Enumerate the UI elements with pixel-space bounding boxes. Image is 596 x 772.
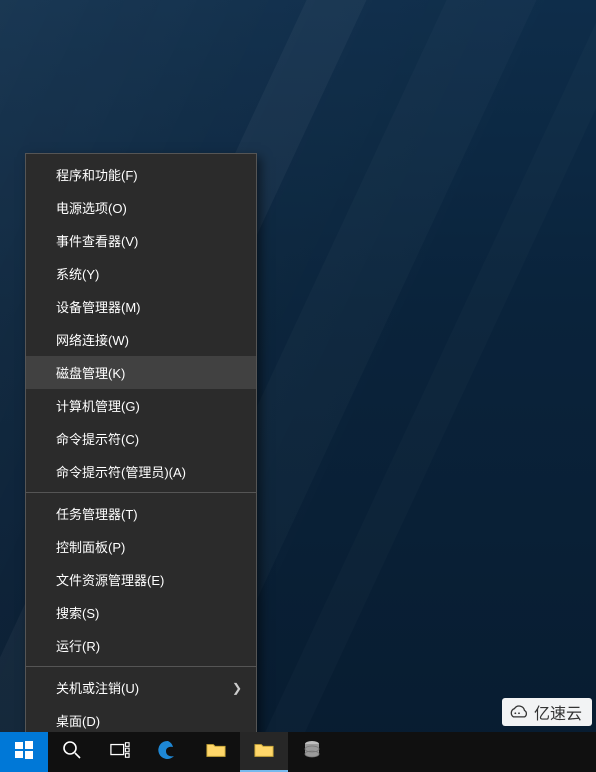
taskview-button[interactable] <box>96 732 144 772</box>
winx-context-menu: 程序和功能(F) 电源选项(O) 事件查看器(V) 系统(Y) 设备管理器(M)… <box>25 153 257 742</box>
file-explorer-running-button[interactable] <box>240 732 288 772</box>
edge-icon <box>158 740 178 765</box>
menu-item-power-options[interactable]: 电源选项(O) <box>26 191 256 224</box>
folder-icon <box>254 740 274 765</box>
menu-item-run[interactable]: 运行(R) <box>26 629 256 662</box>
menu-item-label: 系统(Y) <box>56 264 99 283</box>
menu-item-label: 关机或注销(U) <box>56 678 139 697</box>
menu-item-network-connections[interactable]: 网络连接(W) <box>26 323 256 356</box>
database-icon <box>302 740 322 765</box>
menu-item-label: 命令提示符(C) <box>56 429 139 448</box>
menu-item-device-manager[interactable]: 设备管理器(M) <box>26 290 256 323</box>
menu-item-label: 磁盘管理(K) <box>56 363 125 382</box>
taskview-icon <box>110 740 130 765</box>
taskbar <box>0 732 596 772</box>
menu-separator <box>26 492 256 493</box>
menu-item-label: 程序和功能(F) <box>56 165 138 184</box>
menu-item-label: 任务管理器(T) <box>56 504 138 523</box>
taskbar-search-button[interactable] <box>48 732 96 772</box>
menu-item-system[interactable]: 系统(Y) <box>26 257 256 290</box>
file-explorer-button[interactable] <box>192 732 240 772</box>
menu-item-disk-management[interactable]: 磁盘管理(K) <box>26 356 256 389</box>
watermark-badge: 亿速云 <box>502 698 592 726</box>
menu-item-label: 命令提示符(管理员)(A) <box>56 462 186 481</box>
cloud-icon <box>508 703 530 721</box>
menu-item-computer-management[interactable]: 计算机管理(G) <box>26 389 256 422</box>
menu-item-command-prompt-admin[interactable]: 命令提示符(管理员)(A) <box>26 455 256 488</box>
menu-item-event-viewer[interactable]: 事件查看器(V) <box>26 224 256 257</box>
menu-item-search[interactable]: 搜索(S) <box>26 596 256 629</box>
menu-item-task-manager[interactable]: 任务管理器(T) <box>26 497 256 530</box>
edge-button[interactable] <box>144 732 192 772</box>
menu-item-label: 桌面(D) <box>56 711 100 730</box>
windows-logo-icon <box>14 740 34 765</box>
menu-item-file-explorer[interactable]: 文件资源管理器(E) <box>26 563 256 596</box>
menu-item-label: 事件查看器(V) <box>56 231 138 250</box>
menu-item-command-prompt[interactable]: 命令提示符(C) <box>26 422 256 455</box>
folder-icon <box>206 740 226 765</box>
menu-item-shutdown-signout[interactable]: 关机或注销(U) ❯ <box>26 671 256 704</box>
menu-item-control-panel[interactable]: 控制面板(P) <box>26 530 256 563</box>
menu-item-label: 设备管理器(M) <box>56 297 141 316</box>
menu-item-label: 计算机管理(G) <box>56 396 140 415</box>
menu-item-label: 控制面板(P) <box>56 537 125 556</box>
menu-item-label: 电源选项(O) <box>56 198 127 217</box>
watermark-text: 亿速云 <box>534 700 582 724</box>
menu-item-programs-features[interactable]: 程序和功能(F) <box>26 158 256 191</box>
database-app-button[interactable] <box>288 732 336 772</box>
menu-separator <box>26 666 256 667</box>
menu-item-label: 运行(R) <box>56 636 100 655</box>
start-button[interactable] <box>0 732 48 772</box>
menu-item-label: 搜索(S) <box>56 603 99 622</box>
chevron-right-icon: ❯ <box>232 681 242 695</box>
search-icon <box>62 740 82 765</box>
menu-item-label: 文件资源管理器(E) <box>56 570 164 589</box>
menu-item-label: 网络连接(W) <box>56 330 129 349</box>
